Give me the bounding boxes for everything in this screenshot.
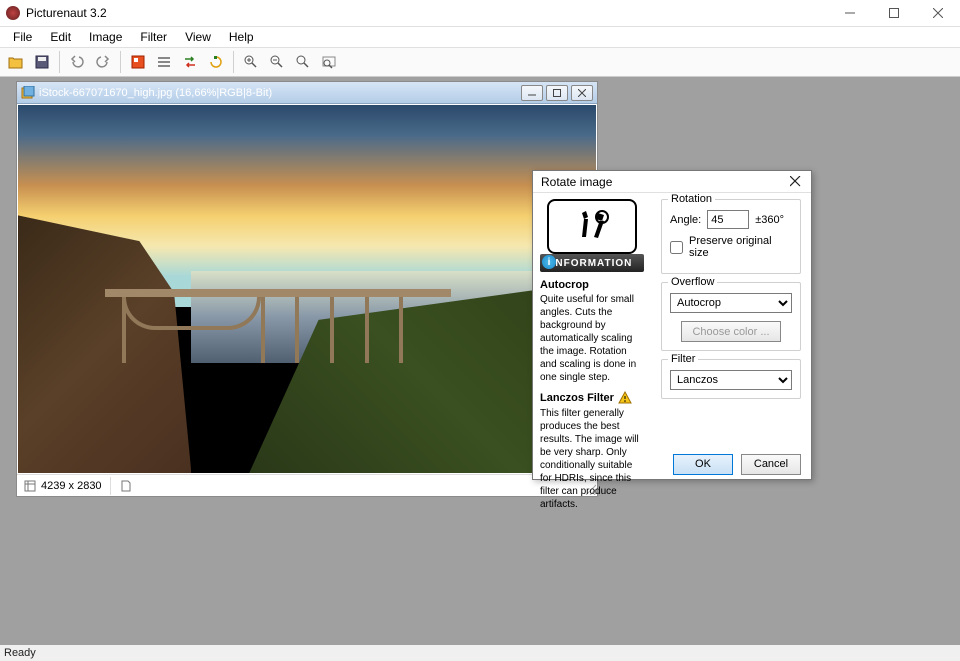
swap-icon[interactable]: [178, 50, 202, 74]
choose-color-button: Choose color ...: [681, 321, 780, 342]
rotation-group: Rotation Angle: ±360° Preserve original …: [661, 199, 801, 274]
menu-filter[interactable]: Filter: [131, 28, 176, 46]
close-button[interactable]: [916, 0, 960, 27]
zoom-actual-icon[interactable]: [317, 50, 341, 74]
filter-group-title: Filter: [668, 353, 698, 365]
redo-icon[interactable]: [91, 50, 115, 74]
info-label: INFORMATION: [552, 258, 633, 269]
toolbar: [0, 47, 960, 77]
zoom-in-icon[interactable]: [239, 50, 263, 74]
child-minimize-button[interactable]: [521, 85, 543, 101]
app-icon: [6, 6, 20, 20]
app-title: Picturenaut 3.2: [26, 6, 828, 20]
refresh-icon[interactable]: [204, 50, 228, 74]
status-text: Ready: [4, 647, 36, 659]
overflow-group-title: Overflow: [668, 276, 717, 288]
hdr-icon[interactable]: [126, 50, 150, 74]
undo-icon[interactable]: [65, 50, 89, 74]
document-title: iStock-667071670_high.jpg (16,66%|RGB|8-…: [39, 87, 521, 99]
dialog-close-button[interactable]: [787, 174, 803, 190]
info-icon: i: [542, 255, 556, 269]
dimensions-icon: [23, 479, 37, 493]
menu-view[interactable]: View: [176, 28, 220, 46]
info-panel: i INFORMATION Autocrop Quite useful for …: [533, 193, 651, 447]
dialog-titlebar[interactable]: Rotate image: [533, 171, 811, 193]
cancel-button[interactable]: Cancel: [741, 454, 801, 475]
dimensions-text: 4239 x 2830: [41, 480, 102, 492]
filter-group: Filter Lanczos: [661, 359, 801, 399]
warning-icon: [618, 391, 632, 405]
rotation-group-title: Rotation: [668, 193, 715, 205]
autocrop-text: Quite useful for small angles. Cuts the …: [540, 293, 644, 384]
maximize-button[interactable]: [872, 0, 916, 27]
zoom-out-icon[interactable]: [265, 50, 289, 74]
save-icon[interactable]: [30, 50, 54, 74]
list-icon[interactable]: [152, 50, 176, 74]
document-icon: [21, 86, 35, 100]
lanczos-heading: Lanczos Filter: [540, 391, 644, 405]
menu-help[interactable]: Help: [220, 28, 263, 46]
autocrop-heading: Autocrop: [540, 279, 644, 291]
filter-select[interactable]: Lanczos: [670, 370, 792, 390]
overflow-group: Overflow Autocrop Choose color ...: [661, 282, 801, 351]
menubar: File Edit Image Filter View Help: [0, 27, 960, 47]
child-maximize-button[interactable]: [546, 85, 568, 101]
document-statusbar: 4239 x 2830: [17, 474, 597, 496]
document-window: iStock-667071670_high.jpg (16,66%|RGB|8-…: [16, 81, 598, 497]
page-icon: [119, 479, 133, 493]
tools-icon: [547, 199, 637, 254]
menu-file[interactable]: File: [4, 28, 41, 46]
rotate-dialog: Rotate image i INFORMATION Autocrop Quit…: [532, 170, 812, 480]
lanczos-text: This filter generally produces the best …: [540, 407, 644, 511]
preserve-label: Preserve original size: [689, 235, 792, 259]
zoom-fit-icon[interactable]: [291, 50, 315, 74]
angle-input[interactable]: [707, 210, 749, 229]
main-statusbar: Ready: [0, 645, 960, 661]
minimize-button[interactable]: [828, 0, 872, 27]
preserve-checkbox[interactable]: [670, 241, 683, 254]
open-icon[interactable]: [4, 50, 28, 74]
document-titlebar[interactable]: iStock-667071670_high.jpg (16,66%|RGB|8-…: [17, 82, 597, 104]
angle-label: Angle:: [670, 214, 701, 226]
menu-image[interactable]: Image: [80, 28, 131, 46]
angle-range: ±360°: [755, 214, 784, 226]
mdi-area: iStock-667071670_high.jpg (16,66%|RGB|8-…: [0, 77, 960, 645]
titlebar: Picturenaut 3.2: [0, 0, 960, 27]
menu-edit[interactable]: Edit: [41, 28, 80, 46]
ok-button[interactable]: OK: [673, 454, 733, 475]
info-badge: i INFORMATION: [540, 254, 644, 272]
child-close-button[interactable]: [571, 85, 593, 101]
image-canvas[interactable]: [17, 104, 597, 474]
overflow-select[interactable]: Autocrop: [670, 293, 792, 313]
dialog-title: Rotate image: [541, 175, 787, 189]
